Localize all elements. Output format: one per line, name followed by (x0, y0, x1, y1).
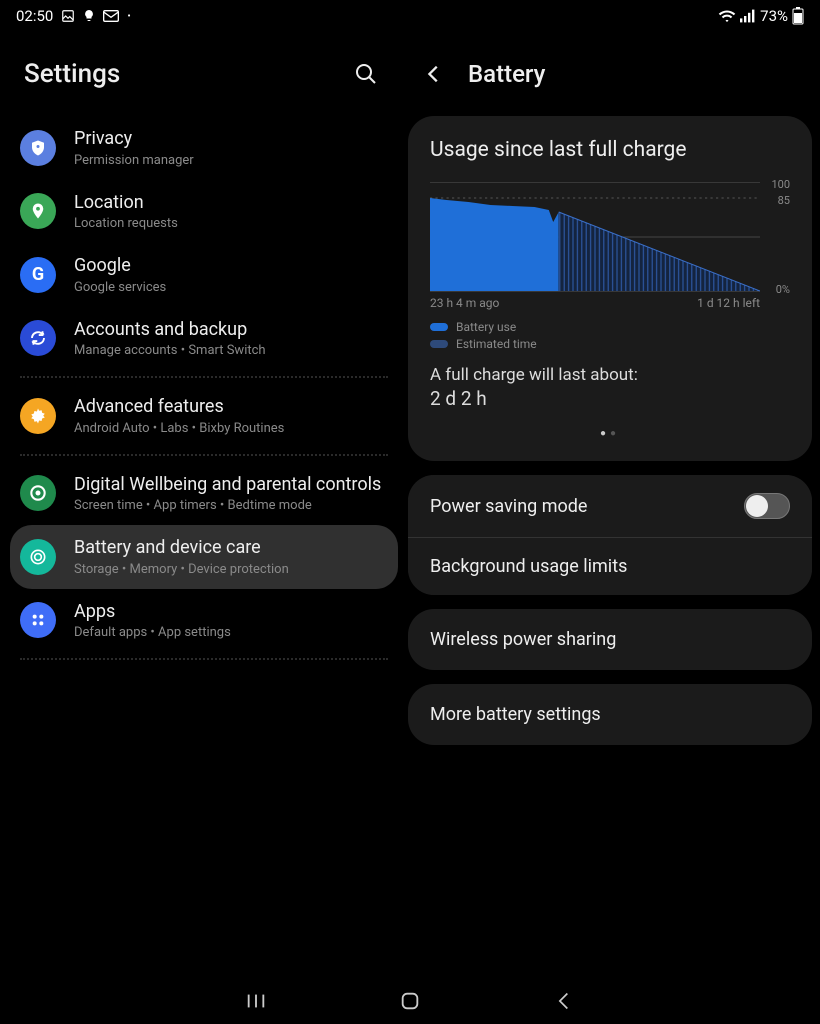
divider (20, 376, 388, 378)
nav-back-button[interactable] (546, 983, 582, 1019)
settings-item-title: Battery and device care (74, 537, 289, 560)
status-bar: 02:50 • 73% (0, 0, 820, 32)
chart-x-start: 23 h 4 m ago (430, 296, 499, 310)
bg-limits-row[interactable]: Background usage limits (408, 537, 812, 595)
y-tick-start: 85 (778, 194, 790, 207)
detail-title: Battery (468, 60, 545, 88)
tips-icon (83, 9, 95, 23)
more-battery-row[interactable]: More battery settings (408, 684, 812, 745)
recents-button[interactable] (238, 983, 274, 1019)
gmail-icon (103, 10, 119, 22)
more-battery-label: More battery settings (430, 704, 601, 725)
settings-item-title: Digital Wellbeing and parental controls (74, 474, 381, 497)
wifi-icon (718, 9, 736, 23)
battery-pane: Battery Usage since last full charge 100… (408, 32, 820, 978)
pin-icon (20, 193, 56, 229)
google-icon: G (20, 257, 56, 293)
battery-usage-chart: 100 85 0% (430, 182, 760, 292)
settings-item-title: Location (74, 192, 178, 215)
settings-item-title: Accounts and backup (74, 319, 266, 342)
status-time: 02:50 (16, 7, 53, 25)
power-card: Power saving mode Background usage limit… (408, 475, 812, 595)
settings-item-sub: Manage accounts • Smart Switch (74, 343, 266, 358)
settings-list: Privacy Permission manager Location Loca… (0, 116, 408, 978)
signal-icon (740, 9, 756, 23)
gear-icon (20, 398, 56, 434)
battery-icon (792, 7, 804, 25)
settings-item-sub: Default apps • App settings (74, 625, 231, 640)
divider (20, 454, 388, 456)
settings-item-accounts[interactable]: Accounts and backup Manage accounts • Sm… (0, 307, 408, 371)
power-saving-toggle[interactable] (744, 493, 790, 519)
navigation-bar (0, 978, 820, 1024)
power-saving-row[interactable]: Power saving mode (408, 475, 812, 537)
settings-pane: Settings Privacy Permission manager (0, 32, 408, 978)
shield-icon (20, 130, 56, 166)
sync-icon (20, 320, 56, 356)
settings-item-sub: Location requests (74, 216, 178, 231)
settings-item-title: Privacy (74, 128, 194, 151)
settings-item-google[interactable]: G Google Google services (0, 243, 408, 307)
home-button[interactable] (392, 983, 428, 1019)
settings-item-sub: Screen time • App timers • Bedtime mode (74, 498, 381, 513)
back-button[interactable] (416, 56, 452, 92)
search-button[interactable] (348, 56, 384, 92)
wireless-power-label: Wireless power sharing (430, 629, 616, 650)
wireless-power-row[interactable]: Wireless power sharing (408, 609, 812, 670)
y-tick-end: 0% (776, 283, 790, 296)
power-saving-label: Power saving mode (430, 496, 587, 517)
status-more-dot: • (127, 11, 130, 22)
divider (20, 658, 388, 660)
apps-icon (20, 602, 56, 638)
settings-item-location[interactable]: Location Location requests (0, 180, 408, 244)
settings-item-device-care[interactable]: Battery and device care Storage • Memory… (10, 525, 398, 589)
settings-item-advanced[interactable]: Advanced features Android Auto • Labs • … (0, 384, 408, 448)
y-tick-top: 100 (771, 178, 790, 191)
settings-item-wellbeing[interactable]: Digital Wellbeing and parental controls … (0, 462, 408, 526)
chart-legend: Battery use Estimated time (430, 320, 790, 351)
page-title: Settings (24, 59, 120, 89)
usage-card[interactable]: Usage since last full charge 100 85 0% (408, 116, 812, 461)
settings-item-sub: Android Auto • Labs • Bixby Routines (74, 421, 284, 436)
wellbeing-icon (20, 475, 56, 511)
legend-battery-use: Battery use (456, 320, 516, 334)
status-battery-pct: 73% (760, 7, 788, 25)
card-pager[interactable]: ●● (430, 428, 790, 439)
chart-x-end: 1 d 12 h left (697, 296, 760, 310)
settings-item-title: Apps (74, 601, 231, 624)
bg-limits-label: Background usage limits (430, 556, 627, 577)
image-icon (61, 9, 75, 23)
settings-item-title: Google (74, 255, 166, 278)
device-care-icon (20, 539, 56, 575)
usage-card-title: Usage since last full charge (430, 138, 790, 162)
settings-item-sub: Storage • Memory • Device protection (74, 562, 289, 577)
settings-item-apps[interactable]: Apps Default apps • App settings (0, 589, 408, 653)
full-charge-value: 2 d 2 h (430, 387, 790, 410)
legend-estimated: Estimated time (456, 337, 537, 351)
settings-item-sub: Google services (74, 280, 166, 295)
settings-item-title: Advanced features (74, 396, 284, 419)
full-charge-label: A full charge will last about: (430, 365, 790, 385)
settings-item-sub: Permission manager (74, 153, 194, 168)
settings-item-privacy[interactable]: Privacy Permission manager (0, 116, 408, 180)
